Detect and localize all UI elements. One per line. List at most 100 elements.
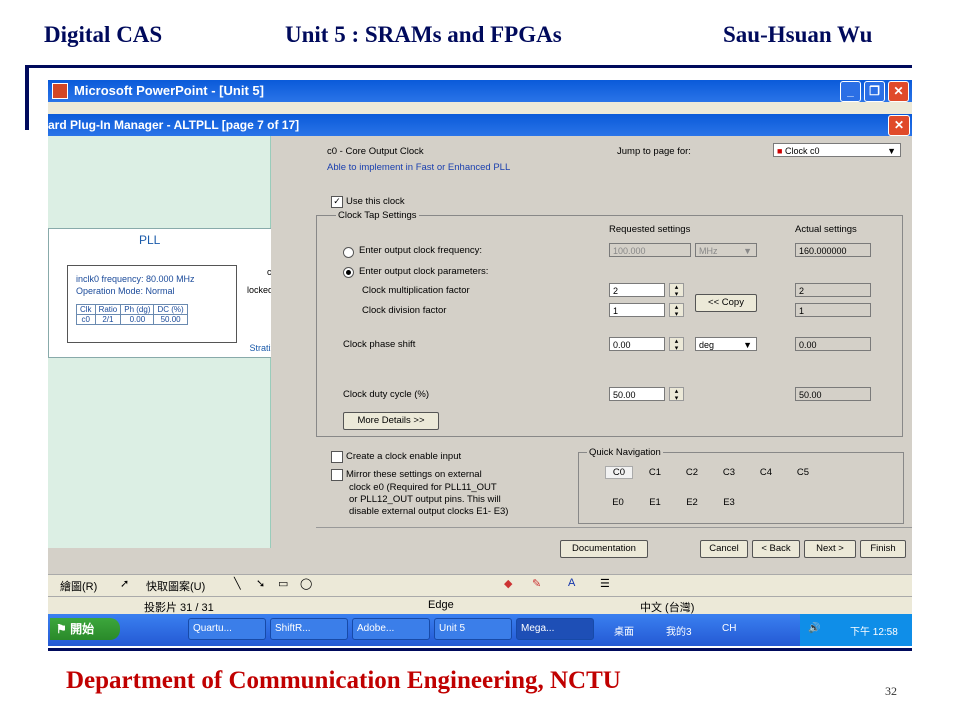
quick-navigation-group: [578, 452, 904, 524]
div-factor-actual: 1: [795, 303, 871, 317]
line-color-icon[interactable]: ✎: [532, 577, 541, 590]
section-subtitle: Able to implement in Fast or Enhanced PL…: [327, 162, 511, 173]
frequency-unit-select[interactable]: MHz ▼: [695, 243, 757, 257]
task-adobe[interactable]: Adobe...: [352, 618, 430, 640]
radio-output-frequency[interactable]: [343, 247, 354, 258]
task-shiftr[interactable]: ShiftR...: [270, 618, 348, 640]
duty-cycle-spinner[interactable]: ▴ ▾: [669, 387, 684, 402]
task-unit5[interactable]: Unit 5: [434, 618, 512, 640]
line-icon[interactable]: ╲: [234, 577, 241, 590]
powerpoint-icon: [52, 83, 68, 99]
rectangle-icon[interactable]: ▭: [278, 577, 288, 590]
close-button[interactable]: ✕: [888, 81, 909, 102]
frequency-unit-value: MHz: [699, 246, 718, 256]
nav-c3[interactable]: C3: [716, 467, 742, 478]
use-clock-checkbox[interactable]: ✓: [331, 196, 343, 208]
table-header: Clk: [76, 304, 96, 315]
more-details-button[interactable]: More Details >>: [343, 412, 439, 430]
duty-cycle-input[interactable]: 50.00: [609, 387, 665, 401]
powerpoint-menubar: [48, 102, 912, 114]
cancel-button[interactable]: Cancel: [700, 540, 748, 558]
start-button[interactable]: ⚑ 開始: [50, 618, 120, 640]
font-color-icon[interactable]: A: [568, 577, 575, 589]
header-author: Sau-Hsuan Wu: [723, 22, 873, 47]
page-number: 32: [885, 684, 897, 698]
nav-c5[interactable]: C5: [790, 467, 816, 478]
phase-unit-value: deg: [699, 340, 715, 350]
table-header: Ratio: [94, 304, 122, 315]
copy-button[interactable]: << Copy: [695, 294, 757, 312]
autoshapes-menu[interactable]: 快取圖案(U): [146, 578, 205, 594]
table-cell: 0.00: [120, 314, 155, 325]
documentation-button[interactable]: Documentation: [560, 540, 648, 558]
draw-menu[interactable]: 繪圖(R): [60, 578, 97, 594]
duty-cycle-actual: 50.00: [795, 387, 871, 401]
nav-c2[interactable]: C2: [679, 467, 705, 478]
ime-indicator[interactable]: CH: [722, 623, 736, 634]
powerpoint-titlebar: Microsoft PowerPoint - [Unit 5] _ ❐ ✕: [48, 80, 912, 102]
mult-factor-input[interactable]: 2: [609, 283, 665, 297]
nav-e1[interactable]: E1: [642, 497, 668, 508]
clock-enable-label: Create a clock enable input: [346, 451, 462, 462]
language-status: 中文 (台灣): [640, 602, 695, 614]
footer-rule: [48, 648, 912, 651]
maximize-button[interactable]: ❐: [864, 81, 885, 102]
div-factor-input[interactable]: 1: [609, 303, 665, 317]
tray-icons[interactable]: 🔊: [808, 623, 820, 634]
nav-c0[interactable]: C0: [605, 466, 633, 479]
mirror-settings-note: disable external output clocks E1- E3): [349, 506, 509, 517]
left-rule: [25, 66, 29, 130]
nav-e3[interactable]: E3: [716, 497, 742, 508]
radio-output-parameters[interactable]: [343, 267, 354, 278]
header-unit: Unit 5 : SRAMs and FPGAs: [285, 22, 562, 47]
clock-enable-checkbox[interactable]: [331, 451, 343, 463]
footer-department: Department of Communication Engineering,…: [66, 667, 621, 694]
nav-c1[interactable]: C1: [642, 467, 668, 478]
pll-clock-table: Clk Ratio Ph (dg) DC (%) c0 2/1 0.00 50.…: [76, 304, 188, 325]
line-style-icon[interactable]: ☰: [600, 577, 610, 590]
system-tray: 🔊 下午 12:58: [800, 614, 912, 646]
chevron-down-icon: ▼: [887, 146, 896, 156]
mirror-settings-checkbox[interactable]: [331, 469, 343, 481]
megawizard-titlebar: ard Plug-In Manager - ALTPLL [page 7 of …: [48, 114, 912, 136]
table-cell: 2/1: [94, 314, 122, 325]
mydocs-toolbar[interactable]: 我的3: [666, 623, 692, 638]
phase-unit-select[interactable]: deg ▼: [695, 337, 757, 351]
phase-shift-input[interactable]: 0.00: [609, 337, 665, 351]
settings-pane: c0 - Core Output Clock Able to implement…: [271, 136, 912, 548]
back-button[interactable]: < Back: [752, 540, 800, 558]
slide-count: 投影片 31 / 31: [144, 602, 214, 614]
mult-factor-label: Clock multiplication factor: [362, 285, 470, 296]
nav-c4[interactable]: C4: [753, 467, 779, 478]
task-megawizard[interactable]: Mega...: [516, 618, 594, 640]
oval-icon[interactable]: ◯: [300, 577, 312, 590]
select-arrow-icon[interactable]: ➚: [120, 577, 129, 590]
jump-to-page-select[interactable]: ■ Clock c0 ▼: [773, 143, 901, 157]
symbol-preview-pane: PLL inclk0 frequency: 80.000 MHz Operati…: [48, 136, 282, 548]
section-title: c0 - Core Output Clock: [327, 146, 424, 157]
windows-logo-icon: ⚑: [56, 622, 67, 636]
nav-e0[interactable]: E0: [605, 497, 631, 508]
pll-symbol: PLL inclk0 frequency: 80.000 MHz Operati…: [48, 228, 282, 358]
output-frequency-label: Enter output clock frequency:: [359, 245, 483, 256]
div-factor-label: Clock division factor: [362, 305, 447, 316]
pll-mode-info: Operation Mode: Normal: [76, 286, 175, 296]
pll-inclk-info: inclk0 frequency: 80.000 MHz: [76, 274, 195, 284]
task-quartus[interactable]: Quartu...: [188, 618, 266, 640]
table-cell: 50.00: [153, 314, 188, 325]
div-factor-spinner[interactable]: ▴ ▾: [669, 303, 684, 318]
fill-color-icon[interactable]: ◆: [504, 577, 512, 590]
phase-shift-spinner[interactable]: ▴ ▾: [669, 337, 684, 352]
chevron-down-icon: ▼: [743, 246, 752, 256]
finish-button[interactable]: Finish: [860, 540, 906, 558]
megawizard-close-button[interactable]: ✕: [888, 115, 910, 136]
minimize-button[interactable]: _: [840, 81, 861, 102]
nav-e2[interactable]: E2: [679, 497, 705, 508]
mult-factor-spinner[interactable]: ▴ ▾: [669, 283, 684, 298]
header-course: Digital CAS: [44, 22, 163, 47]
arrow-icon[interactable]: ➘: [256, 577, 265, 590]
requested-settings-header: Requested settings: [609, 224, 691, 235]
output-frequency-input[interactable]: 100.000: [609, 243, 691, 257]
desktop-toolbar[interactable]: 桌面: [614, 623, 634, 638]
next-button[interactable]: Next >: [804, 540, 856, 558]
